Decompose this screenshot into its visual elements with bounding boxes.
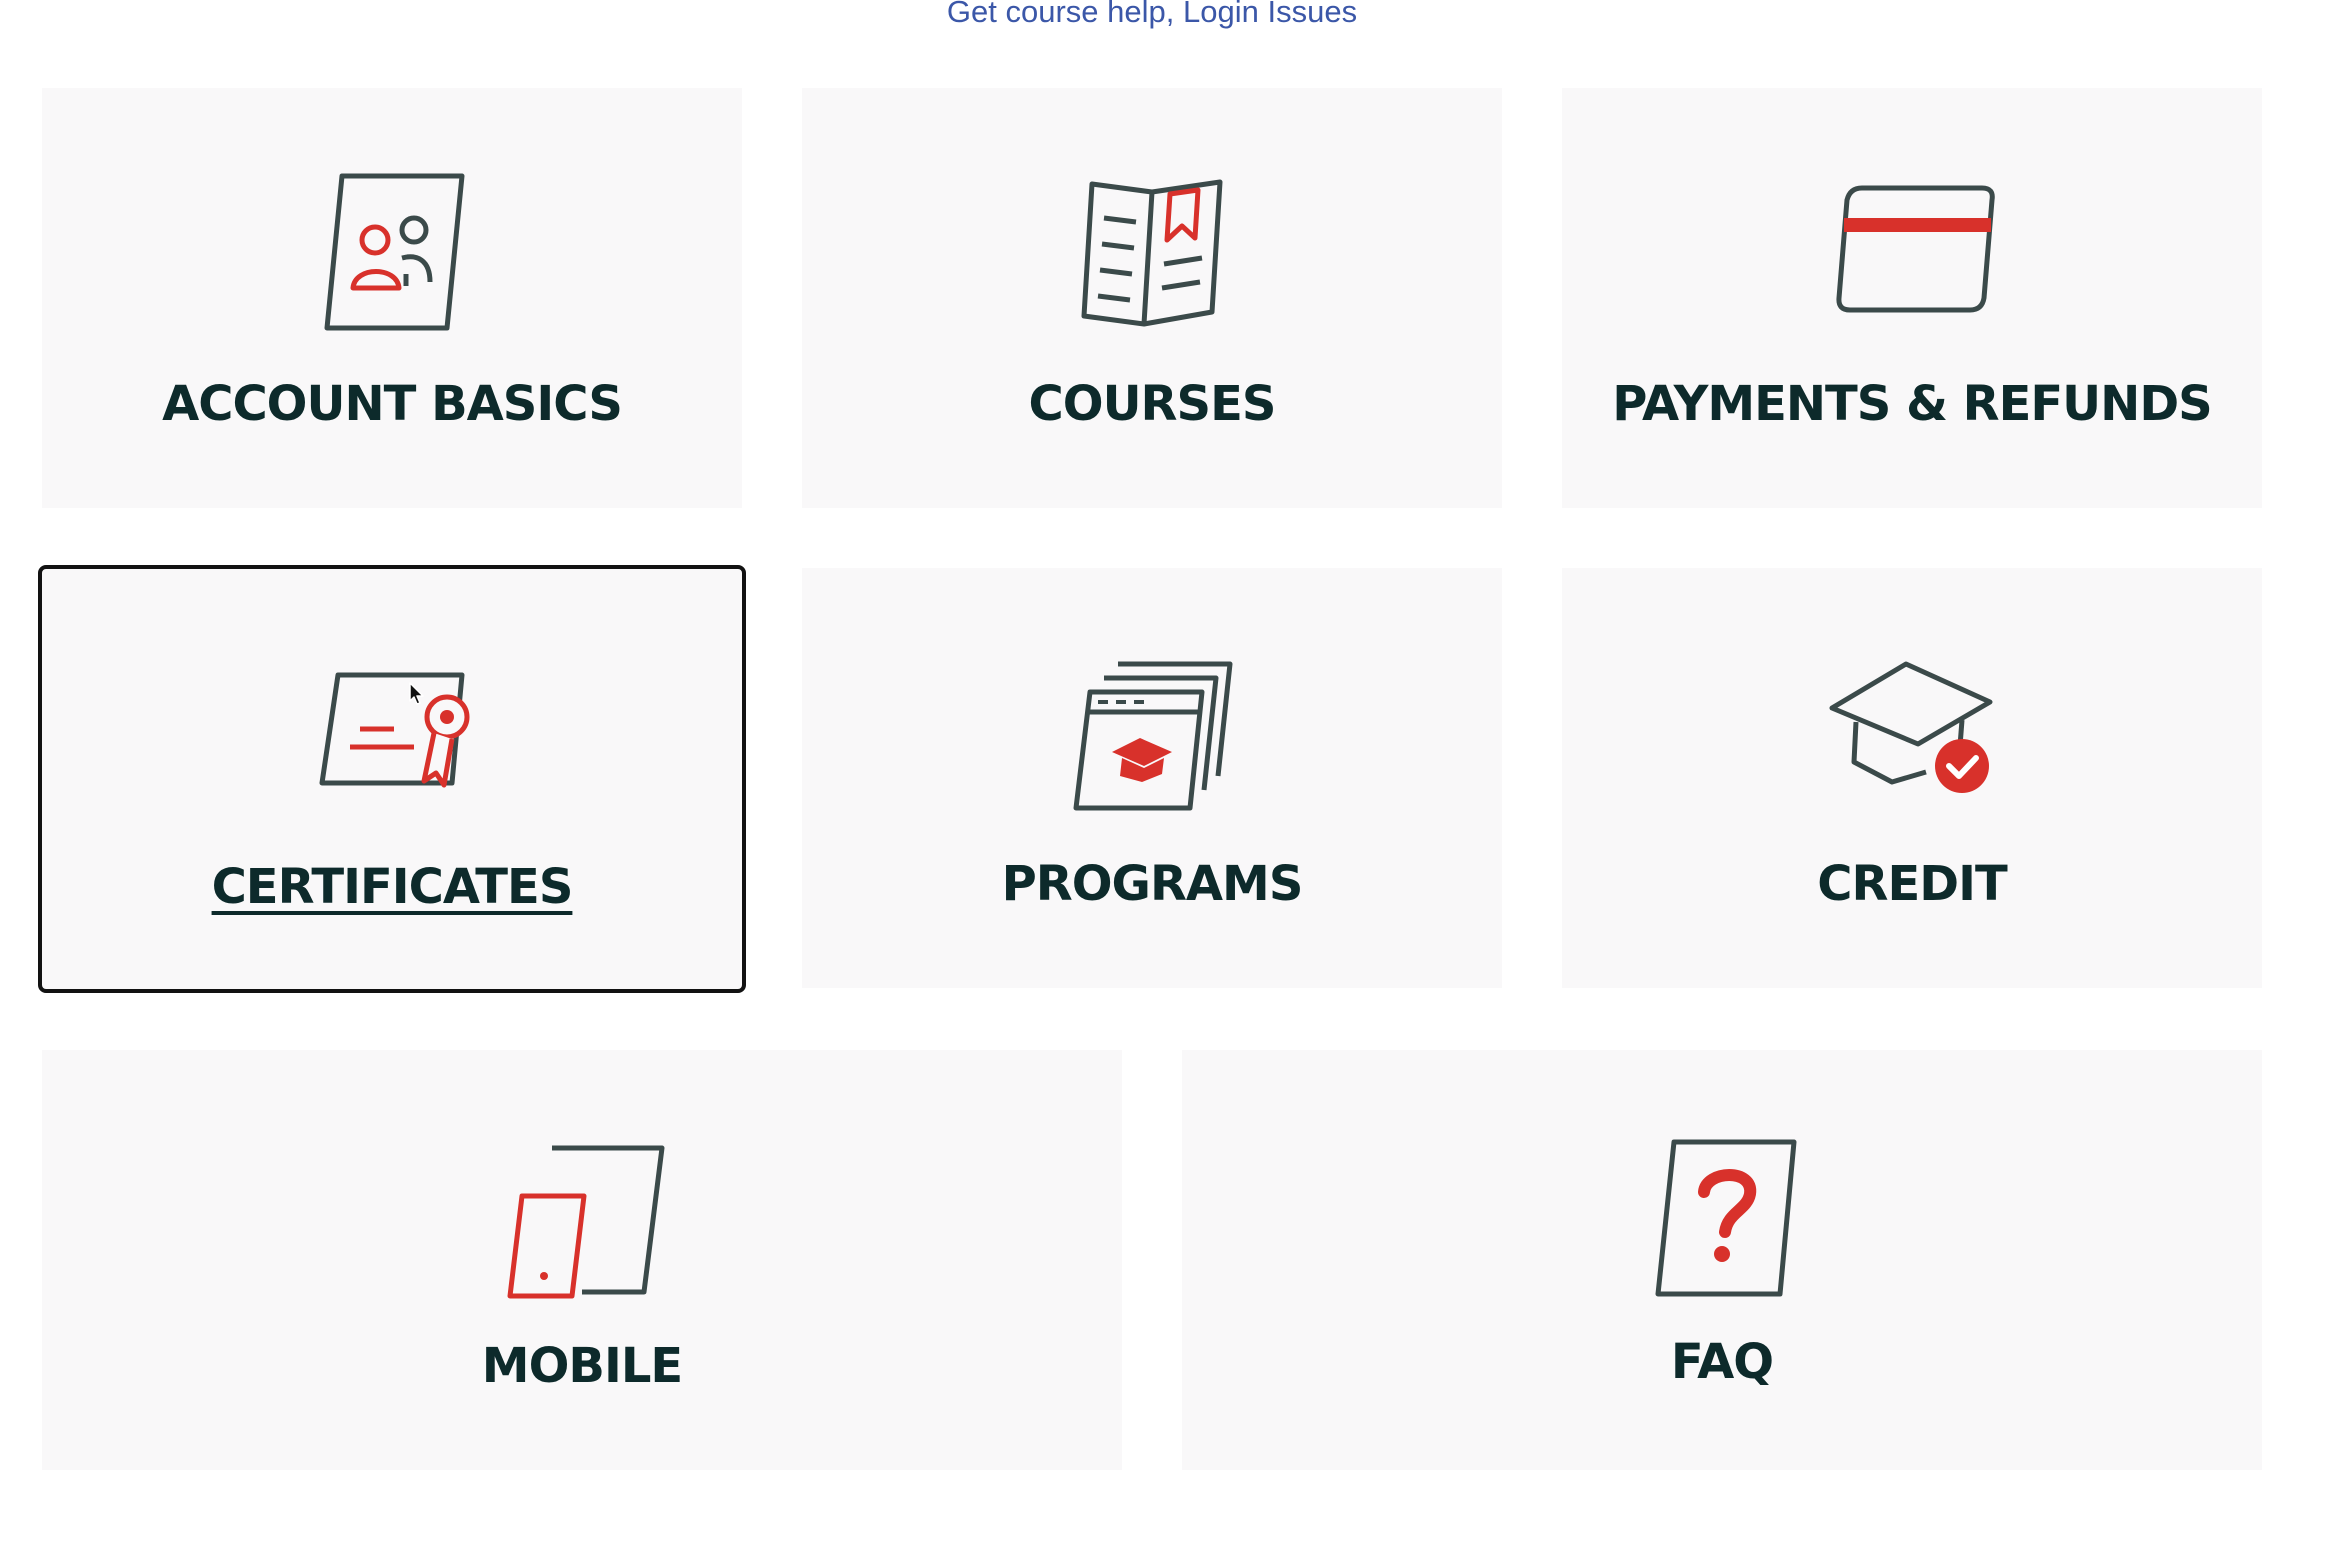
graduation-cap-check-icon [1822,648,2002,818]
category-label: PAYMENTS & REFUNDS [1612,376,2213,432]
category-label: COURSES [1028,376,1277,432]
login-issues-link[interactable]: Login Issues [1183,0,1357,29]
category-card-account-basics[interactable]: ACCOUNT BASICS [42,88,742,508]
category-card-mobile[interactable]: MOBILE [42,1050,1122,1470]
category-card-courses[interactable]: COURSES [802,88,1502,508]
help-links: Get course help, Login Issues [0,0,2304,30]
category-label: FAQ [1670,1334,1774,1390]
category-label: PROGRAMS [1001,856,1304,912]
mouse-cursor-icon [409,682,424,705]
mobile-tablet-icon [492,1138,672,1308]
category-card-certificates[interactable]: CERTIFICATES [38,565,746,993]
category-label: ACCOUNT BASICS [162,376,623,432]
category-label: CERTIFICATES [211,859,574,915]
category-label: MOBILE [481,1338,683,1394]
open-book-icon [1062,166,1242,336]
category-label: CREDIT [1817,856,2007,912]
credit-card-icon [1822,166,2002,336]
program-window-cap-icon [1062,648,1242,818]
question-document-icon [1632,1130,1812,1300]
category-card-credit[interactable]: CREDIT [1562,568,2262,988]
category-card-payments-refunds[interactable]: PAYMENTS & REFUNDS [1562,88,2262,508]
account-people-icon [302,166,482,336]
course-help-link[interactable]: Get course help [947,0,1166,29]
category-card-faq[interactable]: FAQ [1182,1050,2262,1470]
category-card-programs[interactable]: PROGRAMS [802,568,1502,988]
link-separator: , [1165,0,1184,29]
certificate-ribbon-icon [302,645,482,815]
